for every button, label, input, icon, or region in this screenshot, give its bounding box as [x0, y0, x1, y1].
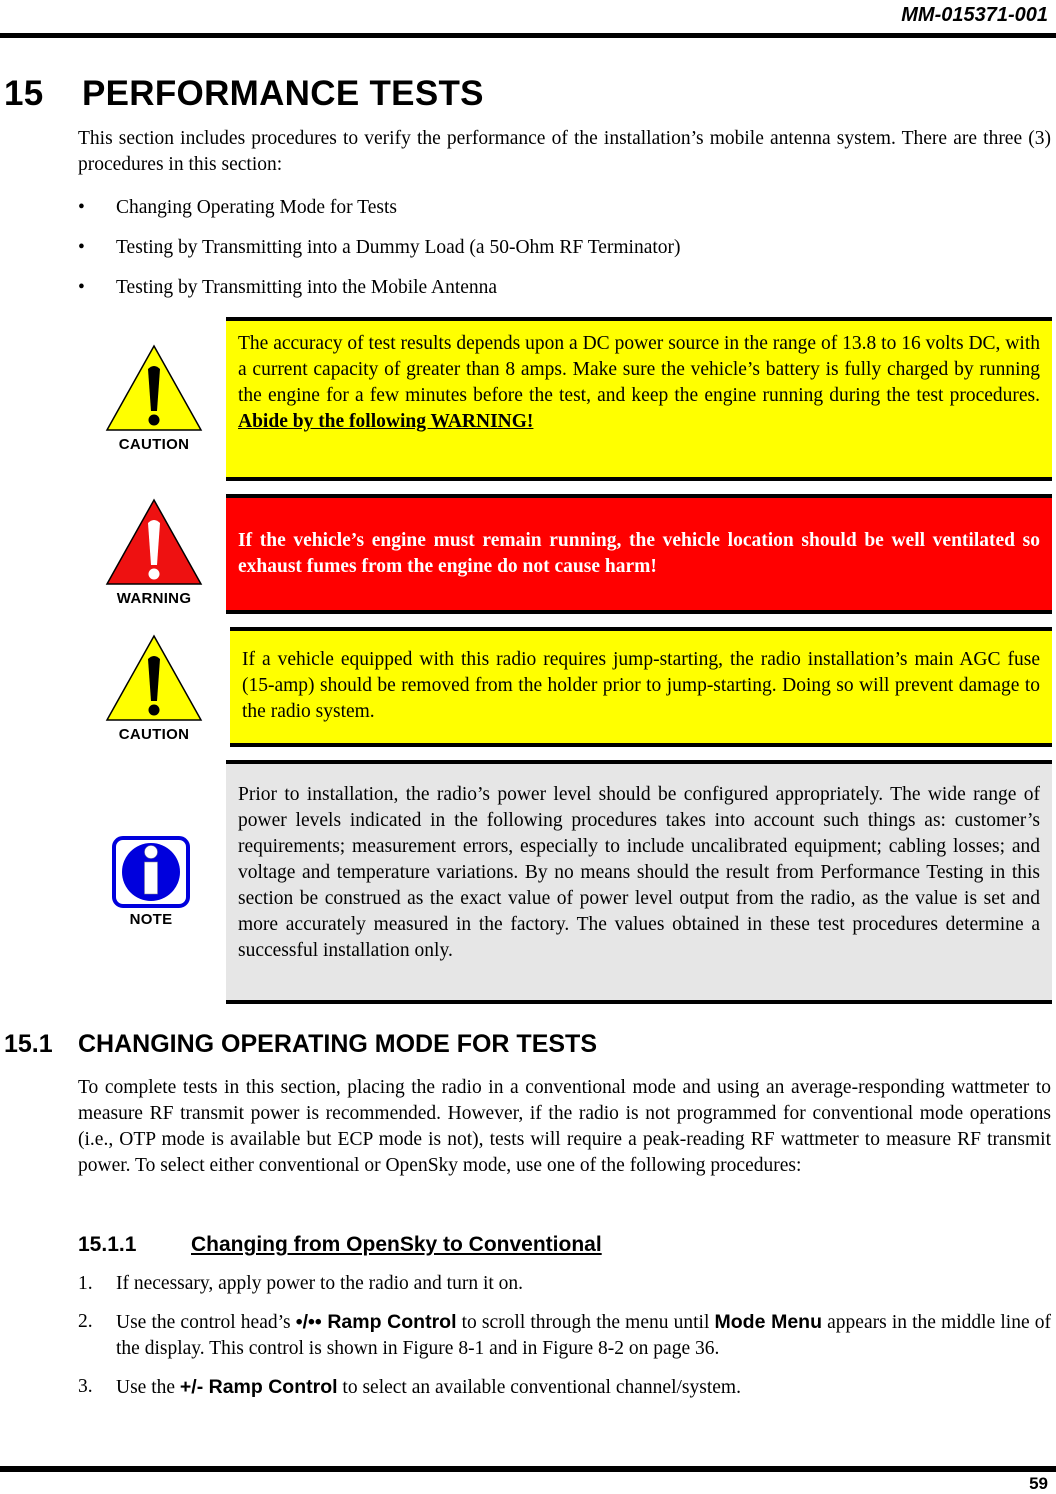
section-intro: This section includes procedures to veri…: [78, 128, 1051, 175]
subsubsection-heading: 15.1.1 Changing from OpenSky to Conventio…: [78, 1233, 602, 1257]
step-item: 3. Use the +/- Ramp Control to select an…: [78, 1376, 741, 1398]
note-box: Prior to installation, the radio’s power…: [226, 760, 1052, 1004]
caution-triangle-icon: [105, 344, 203, 431]
bullet-icon: •: [78, 237, 85, 258]
list-item: • Changing Operating Mode for Tests: [78, 195, 681, 235]
subsection-number: 15.1: [4, 1030, 53, 1058]
caution-text: If a vehicle equipped with this radio re…: [242, 649, 1040, 722]
note-text: Prior to installation, the radio’s power…: [238, 784, 1040, 961]
list-item: • Testing by Transmitting into the Mobile…: [78, 275, 681, 315]
caution-notice-icon: CAUTION: [104, 343, 204, 453]
footer-rule: [0, 1466, 1056, 1472]
mode-menu-label: Mode Menu: [714, 1311, 823, 1333]
subsubsection-number: 15.1.1: [78, 1233, 137, 1256]
caution-text: The accuracy of test results depends upo…: [238, 333, 1040, 406]
document-id: MM-015371-001: [901, 4, 1048, 26]
ramp-control-label: +/- Ramp Control: [179, 1376, 338, 1398]
subsubsection-title: Changing from OpenSky to Conventional: [191, 1233, 602, 1256]
section-number: 15: [4, 74, 44, 113]
subsection-text: To complete tests in this section, placi…: [78, 1077, 1051, 1176]
warning-text: If the vehicle’s engine must remain runn…: [238, 530, 1040, 577]
header-rule: [0, 33, 1056, 38]
caution-box: If a vehicle equipped with this radio re…: [230, 627, 1052, 747]
caution-box: The accuracy of test results depends upo…: [226, 317, 1052, 481]
section-heading: 15 PERFORMANCE TESTS: [4, 74, 484, 114]
list-item: • Testing by Transmitting into a Dummy Lo…: [78, 235, 681, 275]
bullet-icon: •: [78, 277, 85, 298]
warning-triangle-icon: [105, 498, 203, 585]
caution-notice-icon: CAUTION: [104, 633, 204, 743]
procedure-steps: 1. If necessary, apply power to the radi…: [78, 1271, 1051, 1413]
page-number: 59: [1029, 1474, 1048, 1493]
caution-emphasis: Abide by the following WARNING!: [238, 411, 534, 432]
ramp-control-label: •/•• Ramp Control: [295, 1311, 457, 1333]
subsection-heading: 15.1 CHANGING OPERATING MODE FOR TESTS: [4, 1030, 597, 1059]
step-item: 2. Use the control head’s •/•• Ramp Cont…: [78, 1311, 1051, 1359]
note-notice-icon: NOTE: [108, 836, 194, 928]
bullet-icon: •: [78, 197, 85, 218]
warning-notice-icon: WARNING: [104, 497, 204, 607]
subsection-title: CHANGING OPERATING MODE FOR TESTS: [78, 1030, 597, 1058]
step-item: 1. If necessary, apply power to the radi…: [78, 1273, 524, 1294]
info-note-icon: [112, 836, 190, 908]
procedure-list: • Changing Operating Mode for Tests • Test…: [78, 195, 681, 315]
section-title: PERFORMANCE TESTS: [82, 74, 484, 113]
caution-triangle-icon: [105, 634, 203, 721]
warning-box: If the vehicle’s engine must remain runn…: [226, 494, 1052, 614]
